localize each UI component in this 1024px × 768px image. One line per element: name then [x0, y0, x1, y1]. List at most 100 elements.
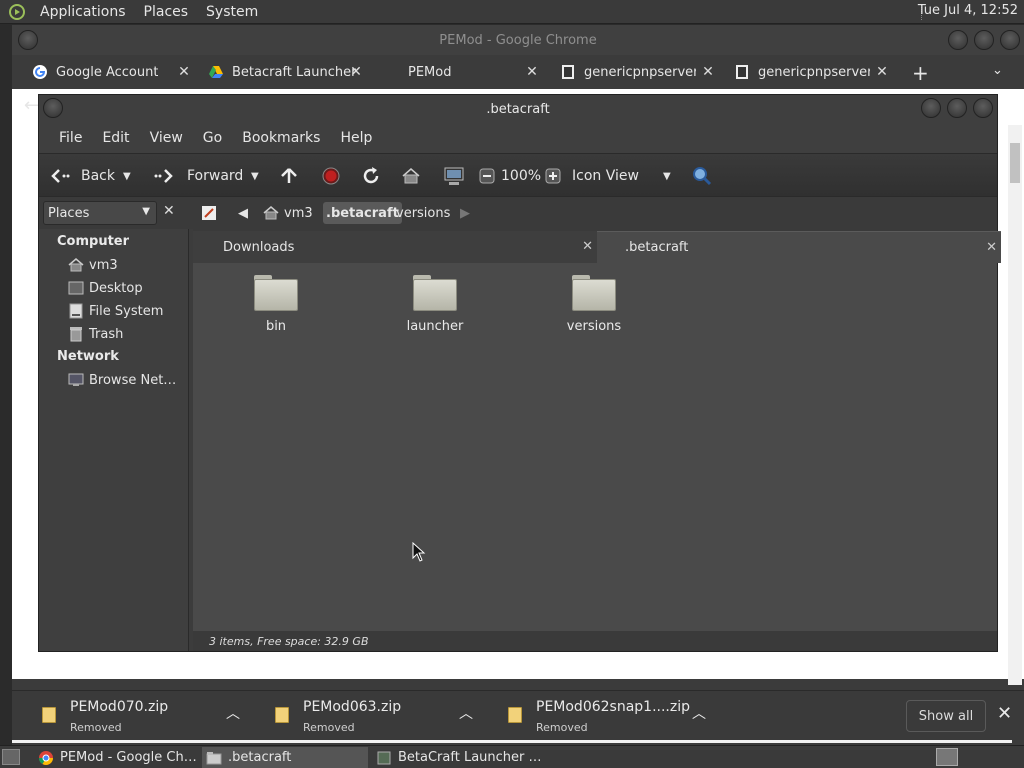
file-manager-titlebar[interactable]: .betacraft — [39, 95, 997, 123]
zoom-out-icon[interactable] — [479, 164, 495, 188]
tab-label: Betacraft Launcher — [232, 64, 357, 80]
folder-item[interactable]: launcher — [390, 273, 480, 343]
minimize-button[interactable] — [921, 98, 941, 118]
places-menu[interactable]: Places — [138, 4, 195, 20]
maximize-button[interactable] — [974, 30, 994, 50]
tab-search-chevron-icon[interactable]: ⌄ — [992, 63, 1003, 78]
new-tab-button[interactable]: + — [912, 61, 929, 85]
task-chrome[interactable]: PEMod - Google Ch… — [34, 747, 198, 768]
clock[interactable]: Tue Jul 4, 12:52 — [918, 3, 1018, 18]
download-item[interactable]: PEMod070.zip Removed ︿ — [20, 691, 240, 741]
menu-bookmarks[interactable]: Bookmarks — [232, 130, 330, 146]
download-item[interactable]: PEMod062snap1....zip Removed ︿ — [486, 691, 706, 741]
system-menu[interactable]: System — [200, 4, 264, 20]
close-icon[interactable]: ✕ — [348, 64, 364, 80]
close-button[interactable] — [1000, 30, 1020, 50]
file-manager-window: .betacraft File Edit View Go Bookmarks H… — [38, 94, 1001, 652]
close-button[interactable] — [973, 98, 993, 118]
edit-location-icon[interactable] — [199, 203, 219, 223]
close-icon[interactable]: ✕ — [582, 239, 593, 254]
close-icon[interactable]: ✕ — [874, 64, 890, 80]
menu-help[interactable]: Help — [330, 130, 382, 146]
chrome-tabbar: Google Account ✕ Betacraft Launcher ✕ PE… — [12, 55, 1024, 89]
applications-menu[interactable]: Applications — [34, 4, 132, 20]
menu-file[interactable]: File — [49, 130, 92, 146]
folder-name: launcher — [406, 319, 464, 334]
sidebar-item-vm3[interactable]: vm3 — [67, 255, 118, 275]
tab-google-account[interactable]: Google Account ✕ — [32, 57, 192, 87]
sidebar-item-file-system[interactable]: File System — [67, 301, 163, 321]
sidebar-item-desktop[interactable]: Desktop — [67, 278, 143, 298]
top-panel: Applications Places System Tue Jul 4, 12… — [0, 0, 1024, 24]
forward-button[interactable]: Forward — [153, 164, 243, 188]
gnome-foot-icon[interactable] — [6, 2, 28, 22]
chrome-titlebar[interactable]: PEMod - Google Chrome — [12, 25, 1024, 55]
zoom-in-icon[interactable] — [545, 164, 561, 188]
sidebar-type-select[interactable]: Places ▼ — [43, 201, 157, 225]
maximize-button[interactable] — [947, 98, 967, 118]
vertical-scrollbar[interactable] — [1008, 125, 1022, 685]
zoom-level[interactable]: 100% — [501, 164, 541, 188]
close-icon[interactable]: ✕ — [176, 64, 192, 80]
breadcrumb-vm3[interactable]: vm3 — [259, 202, 316, 224]
forward-history-dropdown-icon[interactable]: ▼ — [251, 164, 259, 188]
back-history-dropdown-icon[interactable]: ▼ — [123, 164, 131, 188]
tab-genericpnpserver-2[interactable]: genericpnpserver.d ✕ — [734, 57, 890, 87]
stop-icon[interactable] — [321, 164, 341, 188]
folder-item[interactable]: versions — [549, 273, 639, 343]
folder-name: bin — [265, 319, 287, 334]
window-menu-button[interactable] — [18, 30, 38, 50]
folder-tab-downloads[interactable]: Downloads ✕ — [193, 231, 597, 263]
task-label: PEMod - Google Ch… — [60, 750, 197, 765]
folder-tab-betacraft[interactable]: .betacraft ✕ — [597, 231, 1001, 263]
chevron-up-icon[interactable]: ︿ — [692, 703, 706, 723]
back-button[interactable]: Back — [49, 164, 115, 188]
download-item[interactable]: PEMod063.zip Removed ︿ — [253, 691, 473, 741]
window-menu-button[interactable] — [43, 98, 63, 118]
reload-icon[interactable] — [361, 164, 381, 188]
breadcrumb-versions[interactable]: versions — [393, 202, 453, 224]
download-status: Removed — [536, 721, 588, 734]
path-scroll-right-icon[interactable]: ▶ — [457, 202, 473, 224]
menu-go[interactable]: Go — [193, 130, 232, 146]
tab-genericpnpserver-1[interactable]: genericpnpserver.d ✕ — [560, 57, 716, 87]
close-icon[interactable]: ✕ — [997, 703, 1012, 724]
menu-edit[interactable]: Edit — [92, 130, 139, 146]
sidebar-item-browse-network[interactable]: Browse Net… — [67, 370, 176, 390]
download-shelf: PEMod070.zip Removed ︿ PEMod063.zip Remo… — [12, 690, 1024, 740]
minimize-button[interactable] — [948, 30, 968, 50]
file-view[interactable]: Downloads ✕ .betacraft ✕ bin launcher ve… — [193, 229, 1001, 651]
desktop-icon — [67, 280, 85, 296]
folder-tab-label: .betacraft — [625, 240, 689, 255]
tab-pemod[interactable]: PEMod ✕ — [384, 57, 540, 87]
view-mode-dropdown-icon[interactable]: ▼ — [663, 164, 671, 188]
sidebar-item-trash[interactable]: Trash — [67, 324, 123, 344]
close-icon[interactable]: ✕ — [700, 64, 716, 80]
tab-betacraft-launcher[interactable]: Betacraft Launcher ✕ — [208, 57, 364, 87]
sidebar-item-label: Trash — [89, 326, 124, 342]
menu-view[interactable]: View — [140, 130, 193, 146]
show-all-button[interactable]: Show all — [906, 700, 986, 732]
breadcrumb-betacraft[interactable]: .betacraft — [323, 202, 402, 224]
back-arrow-icon[interactable]: ← — [24, 95, 39, 116]
close-icon[interactable]: ✕ — [524, 64, 540, 80]
folder-item[interactable]: bin — [231, 273, 321, 343]
status-bar: 3 items, Free space: 32.9 GB — [193, 631, 997, 651]
task-betacraft[interactable]: BetaCraft Launcher … — [372, 747, 540, 768]
back-arrow-icon — [49, 165, 71, 187]
up-icon[interactable] — [279, 164, 299, 188]
search-icon[interactable] — [691, 164, 713, 188]
home-icon[interactable] — [401, 164, 421, 188]
workspace-switcher[interactable] — [936, 748, 958, 766]
close-icon[interactable]: ✕ — [986, 240, 997, 255]
sidebar-header-network: Network — [57, 349, 119, 364]
computer-icon[interactable] — [443, 164, 465, 188]
chevron-up-icon[interactable]: ︿ — [226, 703, 240, 723]
show-desktop-icon[interactable] — [2, 749, 20, 765]
path-scroll-left-icon[interactable]: ◀ — [235, 202, 251, 224]
view-mode-select[interactable]: Icon View — [572, 164, 639, 188]
chevron-up-icon[interactable]: ︿ — [459, 703, 473, 723]
close-sidebar-icon[interactable]: ✕ — [163, 203, 175, 219]
task-file-manager[interactable]: .betacraft — [202, 747, 368, 768]
home-icon — [67, 257, 85, 273]
